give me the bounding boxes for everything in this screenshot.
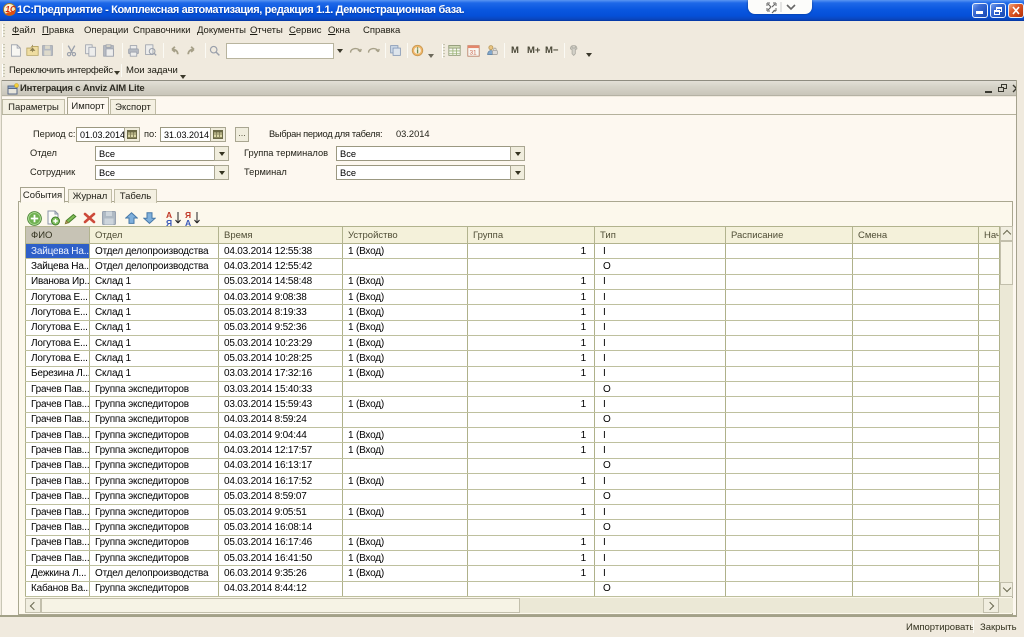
svg-text:А: А bbox=[185, 218, 191, 226]
svg-text:31: 31 bbox=[469, 50, 477, 57]
svg-text:Я: Я bbox=[166, 218, 172, 226]
